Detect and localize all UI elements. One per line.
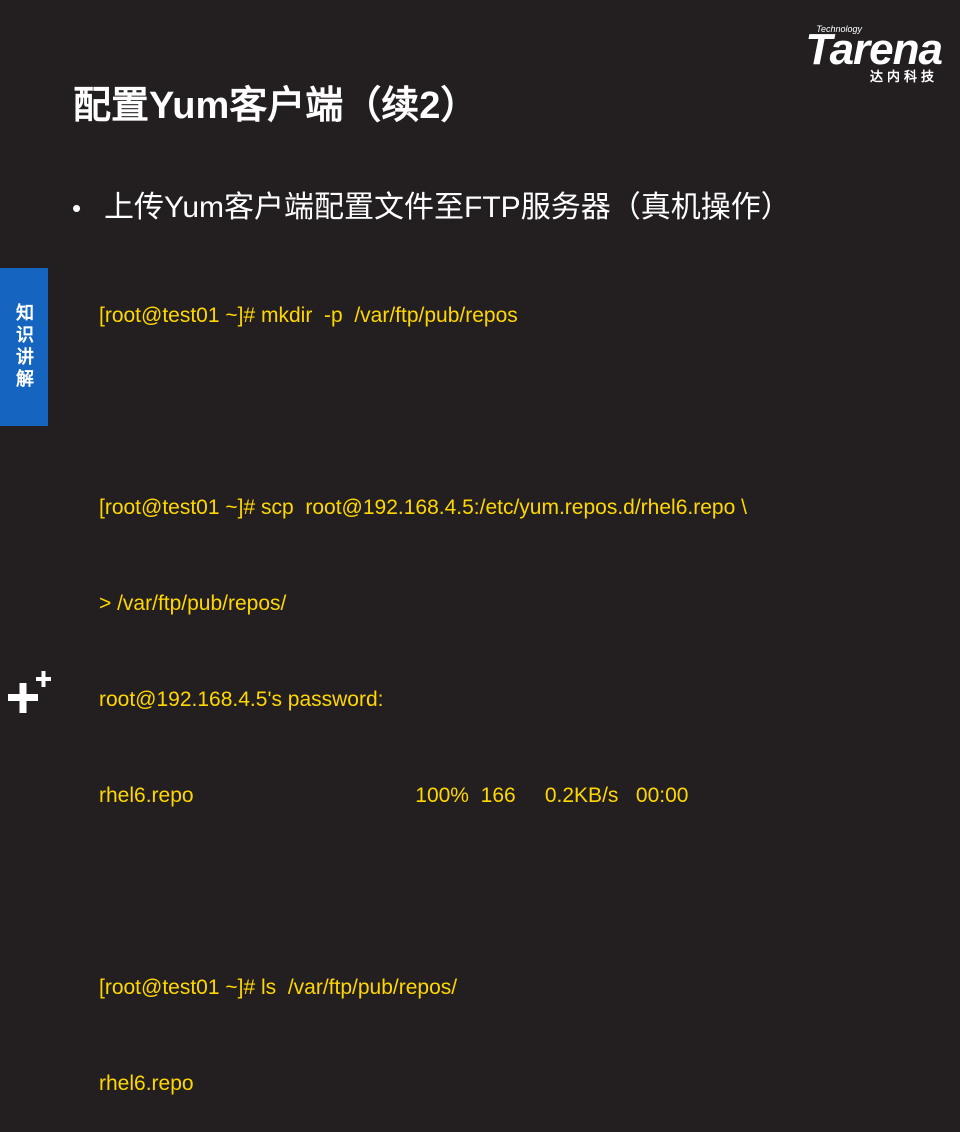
code-line-transfer-progress: rhel6.repo 100% 166 0.2KB/s 00:00	[99, 784, 689, 807]
plus-plus-icon	[8, 671, 51, 713]
code-line-mkdir: [root@test01 ~]# mkdir -p /var/ftp/pub/r…	[99, 304, 518, 327]
terminal-code-block: [root@test01 ~]# mkdir -p /var/ftp/pub/r…	[99, 236, 747, 1132]
knowledge-explanation-tab[interactable]: 知识讲解	[0, 268, 48, 426]
code-line-blank-1	[99, 396, 747, 428]
slide-title: 配置Yum客户端（续2）	[73, 85, 479, 127]
code-line-blank-2	[99, 876, 747, 908]
code-line-ls: [root@test01 ~]# ls /var/ftp/pub/repos/	[99, 976, 458, 999]
side-tab-label: 知识讲解	[14, 303, 34, 391]
code-line-scp-continue: > /var/ftp/pub/repos/	[99, 592, 287, 615]
code-line-scp: [root@test01 ~]# scp root@192.168.4.5:/e…	[99, 496, 747, 519]
bullet-item: • 上传Yum客户端配置文件至FTP服务器（真机操作）	[72, 182, 791, 226]
code-line-password-prompt: root@192.168.4.5's password:	[99, 688, 384, 711]
bullet-icon: •	[72, 193, 82, 223]
logo-subtitle-text: 达内科技	[869, 69, 938, 84]
code-line-ls-output: rhel6.repo	[99, 1072, 194, 1095]
bullet-text: 上传Yum客户端配置文件至FTP服务器（真机操作）	[104, 191, 791, 224]
tarena-logo: Technology Tarena 达内科技	[772, 20, 943, 84]
